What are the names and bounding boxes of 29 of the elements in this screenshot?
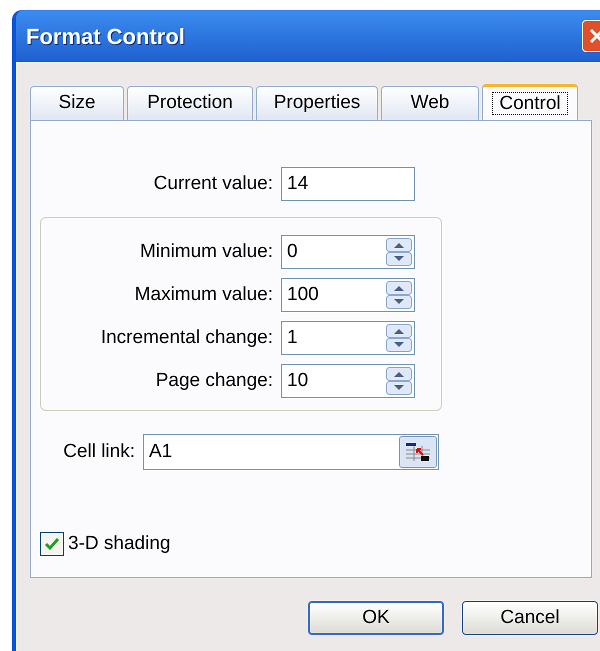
window-title: Format Control: [26, 22, 185, 50]
field-label: Current value:: [152, 172, 274, 196]
tab[interactable]: Protection: [127, 86, 253, 120]
dialog-button[interactable]: Cancel: [462, 601, 598, 635]
spin-buttons-icon[interactable]: [386, 238, 412, 266]
current-value-field[interactable]: 14: [281, 167, 415, 201]
tab[interactable]: Control: [482, 84, 578, 121]
spin-buttons-icon[interactable]: [386, 367, 412, 395]
tab[interactable]: Web: [381, 86, 479, 120]
spin-buttons-icon[interactable]: [386, 281, 412, 309]
field-label: Page change:: [154, 368, 274, 393]
field-label: Incremental change:: [100, 326, 274, 350]
checkbox-label: 3-D shading: [68, 532, 170, 556]
spin-field[interactable]: 1: [281, 321, 415, 355]
dialog-button[interactable]: OK: [308, 601, 444, 635]
tab[interactable]: Properties: [256, 86, 378, 120]
tab[interactable]: Size: [30, 86, 124, 120]
field-label: Minimum value:: [138, 240, 274, 264]
spin-field[interactable]: 10: [281, 364, 415, 398]
grid-arrow-icon: [405, 442, 431, 462]
checkbox[interactable]: [40, 532, 64, 556]
spin-field[interactable]: 0: [281, 235, 415, 269]
field-label: Cell link:: [62, 440, 136, 464]
range-select-button[interactable]: [399, 436, 437, 468]
spin-field[interactable]: 100: [281, 278, 415, 312]
cell-link-field[interactable]: A1: [143, 434, 439, 470]
check-icon: [44, 537, 60, 552]
field-label: Maximum value:: [134, 282, 274, 307]
spin-buttons-icon[interactable]: [386, 324, 412, 352]
